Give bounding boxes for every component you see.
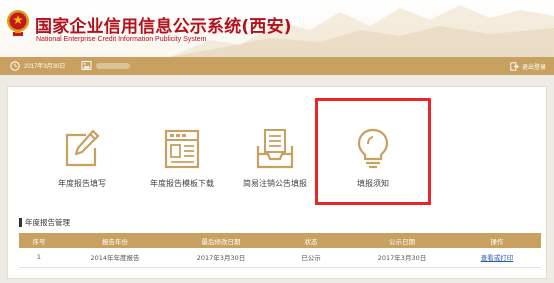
- clock-icon: [10, 61, 20, 71]
- annual-report-table: 序号 报告年份 最后修改日期 状态 公示日期 操作 1 2014年年度报告 20…: [19, 233, 541, 268]
- col-header-publish-date: 公示日期: [351, 233, 453, 248]
- view-or-print-link[interactable]: 查看或打印: [481, 254, 514, 262]
- table-header-row: 序号 报告年份 最后修改日期 状态 公示日期 操作: [19, 233, 541, 248]
- tile-label: 年度报告填写: [58, 179, 106, 188]
- cell-publish-date: 2017年3月30日: [351, 248, 453, 268]
- col-header-report-year: 报告年份: [59, 233, 171, 248]
- section-title-annual-report-management: 年度报告管理: [19, 217, 70, 228]
- blurred-user-name: [96, 63, 130, 69]
- site-subtitle-en: National Enterprise Credit Information P…: [36, 36, 207, 43]
- cell-status: 已公示: [271, 248, 351, 268]
- national-emblem-icon: [7, 10, 29, 36]
- tile-label: 简易注销公告填报: [243, 179, 307, 188]
- cell-index: 1: [19, 248, 59, 268]
- tile-simple-deregistration-announcement[interactable]: 简易注销公告填报: [230, 128, 320, 198]
- section-title-text: 年度报告管理: [25, 218, 70, 227]
- pencil-edit-icon: [65, 129, 100, 167]
- table-row: 1 2014年年度报告 2017年3月30日 已公示 2017年3月30日 查看…: [19, 248, 541, 268]
- col-header-index: 序号: [19, 233, 59, 248]
- template-document-icon: [164, 129, 200, 169]
- user-photo-icon: [81, 61, 92, 70]
- red-highlight-box: [315, 98, 431, 205]
- section-marker: [19, 218, 22, 227]
- col-header-action: 操作: [453, 233, 541, 248]
- cell-action: 查看或打印: [453, 248, 541, 268]
- site-title: 国家企业信用信息公示系统(西安): [35, 17, 292, 37]
- tile-label: 年度报告模板下载: [150, 179, 214, 188]
- cell-report-year: 2014年年度报告: [59, 248, 171, 268]
- logout-label: 退出登录: [521, 64, 546, 71]
- top-info-bar: 2017年3月30日 退出登录: [0, 57, 554, 75]
- col-header-last-modified: 最后修改日期: [171, 233, 271, 248]
- site-header: 国家企业信用信息公示系统(西安) National Enterprise Cre…: [0, 0, 554, 57]
- logout-icon: [510, 61, 519, 71]
- logout-button[interactable]: 退出登录: [510, 60, 546, 72]
- tile-annual-report-template-download[interactable]: 年度报告模板下载: [137, 128, 227, 198]
- tile-annual-report-fill[interactable]: 年度报告填写: [37, 128, 127, 198]
- col-header-status: 状态: [271, 233, 351, 248]
- inbox-tray-icon: [256, 129, 294, 169]
- cell-last-modified: 2017年3月30日: [171, 248, 271, 268]
- current-date: 2017年3月30日: [24, 64, 66, 70]
